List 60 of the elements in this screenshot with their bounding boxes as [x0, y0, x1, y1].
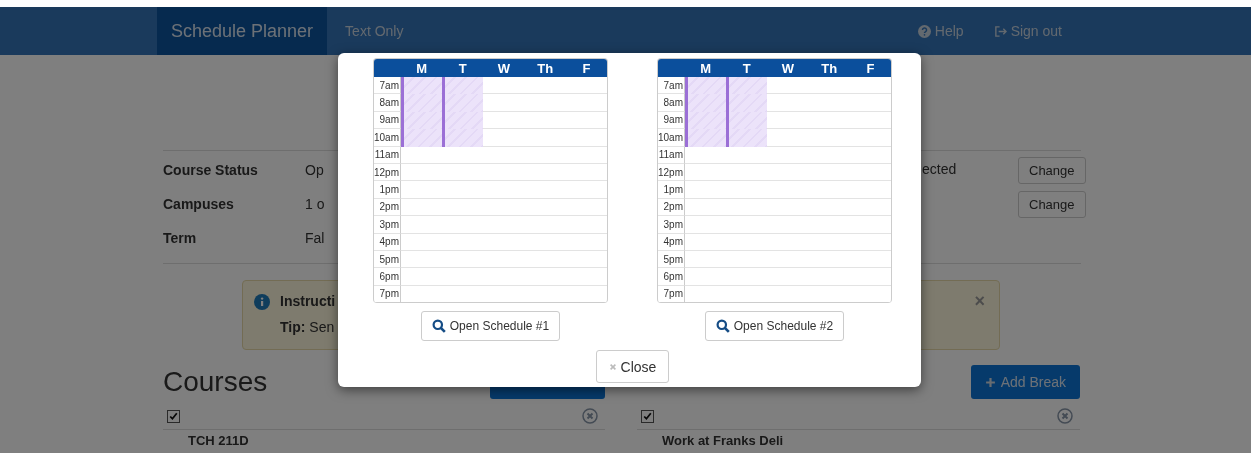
time-label: 7pm: [658, 285, 685, 304]
sign-out-icon: [993, 24, 1007, 38]
setting-value: Fal: [305, 230, 325, 246]
info-icon: [254, 294, 270, 310]
close-icon[interactable]: ×: [974, 291, 985, 312]
search-icon: [431, 319, 446, 334]
course-name: TCH 211D: [187, 433, 250, 448]
time-label: 12pm: [658, 163, 685, 182]
time-label: 4pm: [374, 233, 401, 251]
setting-label: Course Status: [163, 162, 259, 178]
day-header: W: [780, 60, 796, 76]
section-heading: Courses: [163, 366, 268, 398]
open-schedule-button[interactable]: Open Schedule #2: [704, 311, 845, 342]
alert-tip: Tip: Sen: [280, 319, 336, 335]
help-link[interactable]: Help: [917, 23, 964, 39]
change-button[interactable]: Change: [1018, 190, 1086, 218]
time-label: 4pm: [658, 233, 685, 251]
day-header: Th: [820, 60, 839, 76]
plus-icon: [984, 376, 996, 388]
change-button[interactable]: Change: [1018, 156, 1086, 184]
time-label: 11am: [658, 146, 685, 164]
open-schedule-button[interactable]: Open Schedule #1: [420, 311, 561, 342]
time-label: 6pm: [658, 268, 685, 286]
day-header: Th: [536, 60, 555, 76]
time-label: 3pm: [374, 216, 401, 234]
search-icon: [715, 319, 730, 334]
close-button[interactable]: Close: [595, 350, 670, 384]
setting-value: ected: [922, 161, 957, 177]
time-label: 5pm: [374, 250, 401, 269]
time-label: 2pm: [374, 198, 401, 217]
time-label: 1pm: [374, 181, 401, 199]
time-label: 11am: [374, 146, 401, 164]
close-icon: [608, 362, 617, 371]
day-header: F: [865, 60, 876, 76]
day-header: F: [581, 60, 592, 76]
day-header: M: [699, 60, 712, 76]
setting-label: Campuses: [163, 196, 235, 212]
alert-title: Instructi: [280, 293, 336, 309]
time-label: 6pm: [374, 268, 401, 286]
nav-link[interactable]: Text Only: [345, 23, 404, 39]
checkbox[interactable]: [167, 409, 180, 423]
day-header: W: [496, 60, 512, 76]
time-label: 3pm: [658, 216, 685, 234]
setting-value: Op: [305, 162, 324, 178]
time-label: 2pm: [658, 198, 685, 217]
day-header: T: [741, 60, 752, 76]
time-label: 12pm: [374, 163, 401, 182]
checkbox[interactable]: [641, 409, 654, 423]
day-header: T: [457, 60, 468, 76]
help-icon: [917, 24, 931, 38]
setting-label: Term: [163, 230, 198, 246]
add-break-button[interactable]: Add Break: [970, 365, 1080, 399]
break-name: Work at Franks Deli: [661, 433, 785, 448]
time-label: 5pm: [658, 250, 685, 269]
sign-out-link[interactable]: Sign out: [993, 23, 1062, 39]
time-label: 1pm: [658, 181, 685, 199]
brand-link[interactable]: Schedule Planner: [157, 7, 328, 55]
setting-value: 1 o: [305, 196, 325, 212]
time-label: 7pm: [374, 285, 401, 304]
day-header: M: [415, 60, 428, 76]
